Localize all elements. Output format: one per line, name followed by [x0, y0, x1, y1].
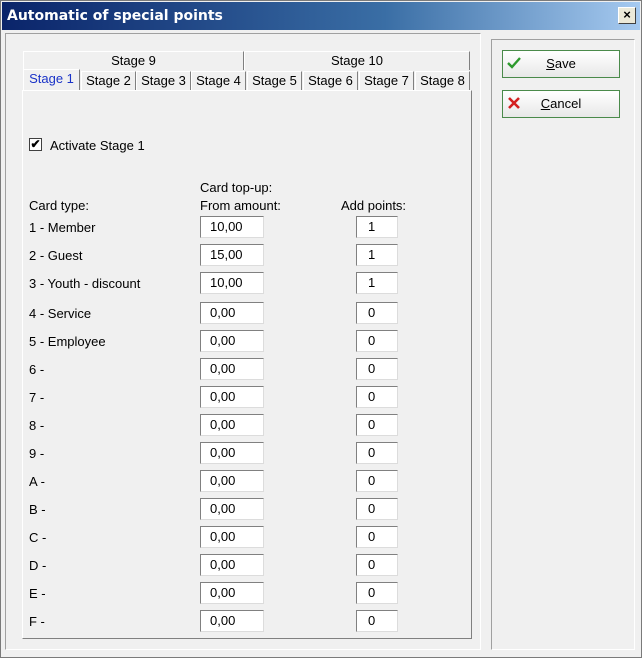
- card-type-label: 5 - Employee: [29, 334, 106, 349]
- topup-header-line1: Card top-up:: [200, 180, 273, 195]
- tab-stage-3[interactable]: Stage 3: [136, 71, 191, 90]
- activate-stage-label: Activate Stage 1: [50, 138, 145, 153]
- card-type-header: Card type:: [29, 198, 89, 213]
- add-points-header: Add points:: [341, 198, 407, 213]
- points-field[interactable]: 0: [356, 414, 398, 436]
- card-type-label: 2 - Guest: [29, 248, 83, 263]
- amount-field[interactable]: 0,00: [200, 554, 264, 576]
- points-field[interactable]: 0: [356, 442, 398, 464]
- amount-field[interactable]: 10,00: [200, 216, 264, 238]
- tab-stage-8[interactable]: Stage 8: [415, 71, 470, 90]
- cross-icon: [508, 97, 520, 109]
- checkmark-icon: [507, 57, 521, 69]
- cancel-button-label: ancel: [550, 96, 582, 111]
- window-title: Automatic of special points: [7, 8, 223, 24]
- card-type-label: 9 -: [29, 446, 45, 461]
- card-type-label: D -: [29, 558, 47, 573]
- points-field[interactable]: 0: [356, 610, 398, 632]
- amount-field[interactable]: 0,00: [200, 302, 264, 324]
- tab-stage-4[interactable]: Stage 4: [191, 71, 246, 90]
- tab-stage-6[interactable]: Stage 6: [303, 71, 358, 90]
- amount-field[interactable]: 0,00: [200, 414, 264, 436]
- card-type-label: 6 -: [29, 362, 45, 377]
- card-type-label: A -: [29, 474, 45, 489]
- points-field[interactable]: 0: [356, 526, 398, 548]
- card-type-label: 4 - Service: [29, 306, 92, 321]
- amount-field[interactable]: 10,00: [200, 272, 264, 294]
- amount-field[interactable]: 0,00: [200, 610, 264, 632]
- points-field[interactable]: 0: [356, 498, 398, 520]
- card-type-label: F -: [29, 614, 45, 629]
- points-field[interactable]: 0: [356, 358, 398, 380]
- card-type-label: 1 - Member: [29, 220, 96, 235]
- points-field[interactable]: 0: [356, 470, 398, 492]
- tab-stage-5[interactable]: Stage 5: [247, 71, 302, 90]
- card-type-label: C -: [29, 530, 47, 545]
- save-button-mnemonic: S: [546, 56, 555, 71]
- tab-stage-7[interactable]: Stage 7: [359, 71, 414, 90]
- card-type-label: 3 - Youth - discount: [29, 276, 141, 291]
- card-type-label: B -: [29, 502, 46, 517]
- tab-stage-10[interactable]: Stage 10: [244, 51, 470, 70]
- title-bar: Automatic of special points ×: [2, 2, 640, 30]
- points-field[interactable]: 1: [356, 216, 398, 238]
- amount-field[interactable]: 0,00: [200, 442, 264, 464]
- dialog-window: Automatic of special points × Stage 9 St…: [0, 0, 642, 658]
- points-field[interactable]: 1: [356, 244, 398, 266]
- amount-field[interactable]: 0,00: [200, 498, 264, 520]
- points-field[interactable]: 1: [356, 272, 398, 294]
- amount-field[interactable]: 15,00: [200, 244, 264, 266]
- points-field[interactable]: 0: [356, 302, 398, 324]
- tab-stage-9[interactable]: Stage 9: [23, 51, 244, 70]
- tab-stage-1[interactable]: Stage 1: [23, 69, 80, 90]
- points-field[interactable]: 0: [356, 582, 398, 604]
- points-field[interactable]: 0: [356, 386, 398, 408]
- amount-field[interactable]: 0,00: [200, 386, 264, 408]
- card-type-label: E -: [29, 586, 46, 601]
- amount-field[interactable]: 0,00: [200, 470, 264, 492]
- actions-panel: [491, 39, 635, 650]
- topup-header-line2: From amount:: [200, 198, 281, 213]
- amount-field[interactable]: 0,00: [200, 358, 264, 380]
- save-button[interactable]: Save: [502, 50, 620, 78]
- close-button[interactable]: ×: [618, 7, 636, 24]
- save-button-label: ave: [554, 56, 576, 71]
- card-type-label: 7 -: [29, 390, 45, 405]
- points-field[interactable]: 0: [356, 554, 398, 576]
- amount-field[interactable]: 0,00: [200, 526, 264, 548]
- points-field[interactable]: 0: [356, 330, 398, 352]
- cancel-button-mnemonic: C: [540, 96, 551, 111]
- amount-field[interactable]: 0,00: [200, 582, 264, 604]
- cancel-button[interactable]: Cancel: [502, 90, 620, 118]
- card-type-label: 8 -: [29, 418, 45, 433]
- tab-stage-2[interactable]: Stage 2: [81, 71, 136, 90]
- activate-stage-checkbox[interactable]: ✔: [29, 138, 42, 151]
- amount-field[interactable]: 0,00: [200, 330, 264, 352]
